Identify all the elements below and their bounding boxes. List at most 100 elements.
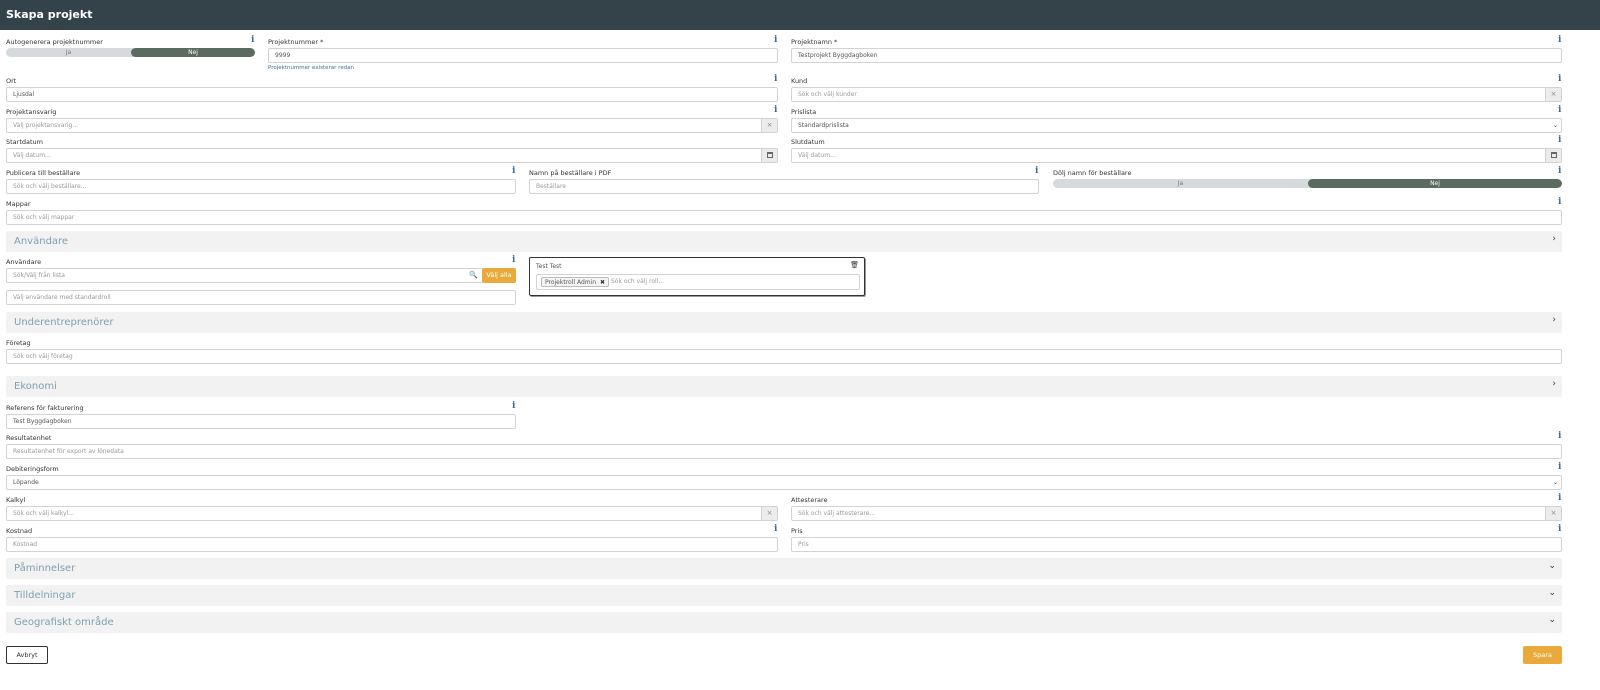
chevron-right-icon: › <box>1552 379 1556 389</box>
section-underentreprenorer[interactable]: Underentreprenörer › <box>6 312 1562 333</box>
projektnamn-label: Projektnamn * <box>791 38 838 46</box>
select-all-button[interactable]: Välj alla <box>482 268 516 283</box>
foretag-label: Företag <box>6 339 31 347</box>
remove-tag-icon[interactable]: ✖ <box>600 279 605 286</box>
kalkyl-select[interactable]: Sök och välj kalkyl... × <box>6 506 778 521</box>
section-paminnelser[interactable]: Påminnelser ⌄ <box>6 558 1562 579</box>
projektnummer-input[interactable]: 9999 <box>268 48 778 63</box>
debitering-label: Debiteringsform <box>6 465 59 473</box>
foretag-select[interactable]: Sök och välj företag <box>6 349 1562 364</box>
info-icon[interactable]: i <box>774 106 777 115</box>
clear-icon[interactable]: × <box>1545 88 1561 101</box>
pris-label: Pris <box>791 527 803 535</box>
projektansvarig-select[interactable]: Välj projektansvarig... × <box>6 118 778 133</box>
info-icon[interactable]: i <box>1558 494 1561 503</box>
ort-label: Ort <box>6 77 17 85</box>
dolj-yes-option[interactable]: Ja <box>1053 179 1308 188</box>
dolj-namn-label: Dölj namn för beställare <box>1053 169 1132 177</box>
user-card: Test Test 🗑 Projektroll Admin ✖ Sök och … <box>529 257 865 296</box>
chevron-down-icon: ⌄ <box>1548 615 1556 625</box>
slutdatum-input[interactable]: Välj datum... <box>791 148 1562 163</box>
kostnad-label: Kostnad <box>6 527 33 535</box>
info-icon[interactable]: i <box>1558 525 1561 534</box>
mappar-select[interactable]: Sök och välj mappar <box>6 210 1562 225</box>
clear-icon[interactable]: × <box>761 119 777 132</box>
dolj-no-option[interactable]: Nej <box>1308 179 1562 188</box>
projektansvarig-label: Projektansvarig <box>6 108 57 116</box>
info-icon[interactable]: i <box>1558 167 1561 176</box>
section-geografiskt[interactable]: Geografiskt område ⌄ <box>6 612 1562 633</box>
info-icon[interactable]: i <box>1558 463 1561 472</box>
projektnummer-help: Projektnummer existerar redan <box>268 65 355 71</box>
kund-select[interactable]: Sök och välj kunder × <box>791 87 1562 102</box>
info-icon[interactable]: i <box>1558 198 1561 207</box>
save-button[interactable]: Spara <box>1523 646 1562 664</box>
info-icon[interactable]: i <box>1035 167 1038 176</box>
mappar-label: Mappar <box>6 200 31 208</box>
chevron-down-icon: ⌄ <box>1552 479 1558 486</box>
attesterare-select[interactable]: Sök och välj attesterare... × <box>791 506 1562 521</box>
autogen-no-option[interactable]: Nej <box>131 48 255 57</box>
info-icon[interactable]: i <box>774 36 777 45</box>
search-icon[interactable]: 🔍 <box>469 271 478 279</box>
user-card-name: Test Test <box>536 263 562 270</box>
chevron-right-icon: › <box>1552 315 1556 325</box>
resultatenhet-input[interactable]: Resultatenhet för export av lönedata <box>6 444 1562 459</box>
startdatum-input[interactable]: Välj datum... <box>6 148 778 163</box>
info-icon[interactable]: i <box>251 36 254 45</box>
trash-icon[interactable]: 🗑 <box>850 261 859 269</box>
page-header: Skapa projekt <box>0 0 1600 30</box>
cancel-button[interactable]: Avbryt <box>6 646 48 664</box>
clear-icon[interactable]: × <box>761 507 777 520</box>
kalkyl-label: Kalkyl <box>6 496 26 504</box>
prislista-label: Prislista <box>791 108 817 116</box>
resultatenhet-label: Resultatenhet <box>6 434 52 442</box>
section-ekonomi[interactable]: Ekonomi › <box>6 376 1562 397</box>
page-title: Skapa projekt <box>6 8 93 21</box>
standard-role-select[interactable]: Välj användare med standardroll <box>6 290 516 305</box>
info-icon[interactable]: i <box>1558 75 1561 84</box>
namn-pdf-input[interactable]: Beställare <box>529 179 1039 194</box>
startdatum-label: Startdatum <box>6 138 43 146</box>
namn-pdf-label: Namn på beställare i PDF <box>529 169 612 177</box>
chevron-down-icon: ⌄ <box>1548 588 1556 598</box>
kund-label: Kund <box>791 77 808 85</box>
info-icon[interactable]: i <box>512 402 515 411</box>
user-search-input[interactable]: Sök/Välj från lista 🔍 <box>6 268 483 283</box>
referens-input[interactable]: Test Byggdagboken <box>6 414 516 429</box>
calendar-icon[interactable] <box>761 149 777 162</box>
debitering-select[interactable]: Löpande ⌄ <box>6 475 1562 490</box>
kostnad-input[interactable]: Kostnad <box>6 537 778 552</box>
info-icon[interactable]: i <box>512 256 515 265</box>
info-icon[interactable]: i <box>774 75 777 84</box>
referens-label: Referens för fakturering <box>6 404 84 412</box>
dolj-namn-toggle[interactable]: Ja Nej <box>1053 179 1562 188</box>
info-icon[interactable]: i <box>512 167 515 176</box>
pris-input[interactable]: Pris <box>791 537 1562 552</box>
prislista-select[interactable]: Standardprislista ⌄ <box>791 118 1562 133</box>
info-icon[interactable]: i <box>1558 106 1561 115</box>
chevron-down-icon: ⌄ <box>1552 122 1558 129</box>
section-tilldelningar[interactable]: Tilldelningar ⌄ <box>6 585 1562 606</box>
publicera-select[interactable]: Sök och välj beställare... <box>6 179 516 194</box>
info-icon[interactable]: i <box>774 525 777 534</box>
projektnummer-label: Projektnummer * <box>268 38 324 46</box>
section-anvandare[interactable]: Användare › <box>6 231 1562 252</box>
calendar-icon[interactable] <box>1545 149 1561 162</box>
projektnamn-input[interactable]: Testprojekt Byggdagboken <box>791 48 1562 63</box>
autogen-yes-option[interactable]: Ja <box>6 48 131 57</box>
chevron-right-icon: › <box>1552 234 1556 244</box>
anvandare-label: Användare <box>6 258 42 266</box>
info-icon[interactable]: i <box>1558 136 1561 145</box>
slutdatum-label: Slutdatum <box>791 138 825 146</box>
info-icon[interactable]: i <box>1558 432 1561 441</box>
clear-icon[interactable]: × <box>1545 507 1561 520</box>
attesterare-label: Attesterare <box>791 496 828 504</box>
autogen-label: Autogenerera projektnummer <box>6 38 103 46</box>
info-icon[interactable]: i <box>1558 36 1561 45</box>
ort-input[interactable]: Ljusdal <box>6 87 778 102</box>
role-tag: Projektroll Admin ✖ <box>541 277 610 287</box>
chevron-down-icon: ⌄ <box>1548 561 1556 571</box>
role-select[interactable]: Projektroll Admin ✖ Sök och välj roll... <box>536 274 860 290</box>
autogen-toggle[interactable]: Ja Nej <box>6 48 255 57</box>
